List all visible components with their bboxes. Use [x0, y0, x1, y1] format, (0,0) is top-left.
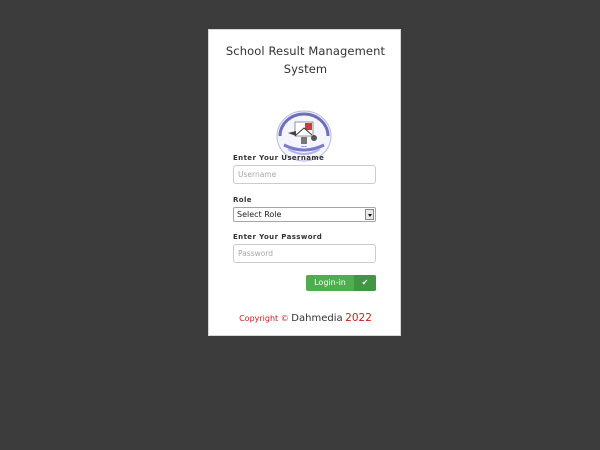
title-line-2: System [283, 62, 328, 76]
title-line-1: School Result Management [225, 44, 386, 58]
login-button[interactable]: Login-in ✔ [306, 275, 376, 291]
password-label: Enter Your Password [233, 233, 323, 241]
role-selected-value: Select Role [237, 210, 282, 219]
check-icon: ✔ [354, 275, 376, 291]
copyright-text: Copyright © [239, 314, 289, 323]
role-select[interactable]: Select Role [233, 207, 376, 222]
page-title: School Result Management System [209, 42, 402, 78]
brand-name: Dahmedia [291, 313, 343, 324]
login-card: School Result Management System ••• Ente… [208, 29, 401, 336]
password-input[interactable] [233, 244, 376, 263]
copyright-footer: Copyright © Dahmedia 2022 [209, 312, 402, 324]
username-label: Enter Your Username [233, 154, 325, 162]
login-button-label: Login-in [314, 278, 346, 287]
chevron-down-icon[interactable] [365, 209, 374, 220]
svg-text:•••: ••• [301, 145, 307, 149]
username-input[interactable] [233, 165, 376, 184]
copyright-year: 2022 [345, 312, 372, 324]
role-label: Role [233, 196, 252, 204]
